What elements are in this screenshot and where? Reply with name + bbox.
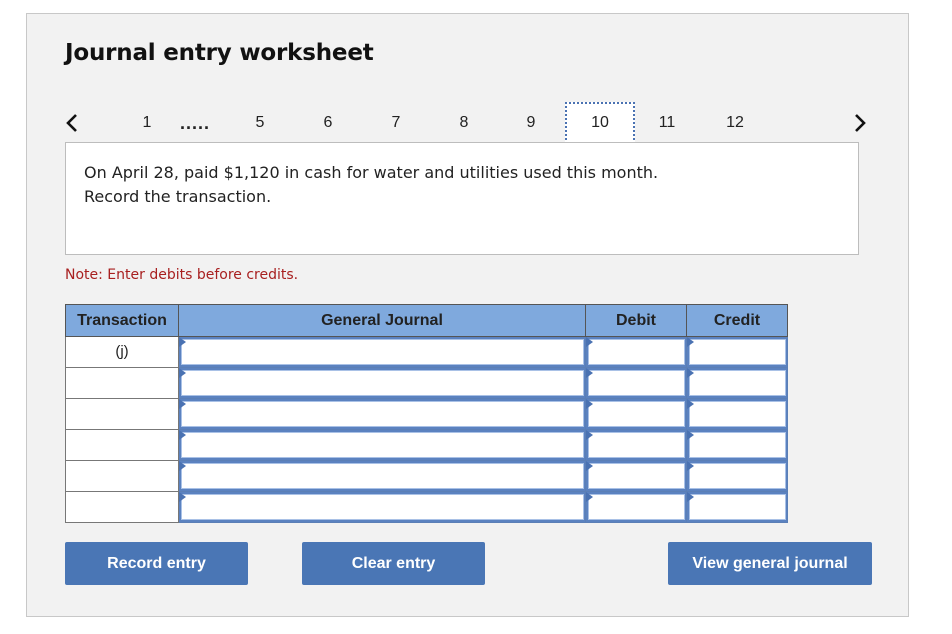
page-12[interactable]: 12 [721, 102, 749, 144]
question-instruction: Record the transaction. [84, 187, 272, 206]
pagination: 1 ..... 5 6 7 8 9 10 11 12 [27, 102, 908, 144]
note-text: Note: Enter debits before credits. [65, 267, 299, 283]
page-10-active[interactable]: 10 [565, 102, 635, 144]
page-5[interactable]: 5 [248, 102, 272, 144]
account-input[interactable] [181, 339, 584, 365]
page-6[interactable]: 6 [316, 102, 340, 144]
account-cell [178, 367, 586, 399]
page-title: Journal entry worksheet [65, 40, 374, 66]
debit-input[interactable] [588, 494, 685, 520]
table-row [65, 398, 788, 430]
account-cell [178, 398, 586, 430]
table-row [65, 491, 788, 523]
debit-cell [585, 460, 687, 492]
dropdown-marker-icon [586, 492, 593, 502]
account-input[interactable] [181, 463, 584, 489]
dropdown-marker-icon [687, 430, 694, 440]
debit-cell [585, 429, 687, 461]
journal-table: Transaction General Journal Debit Credit… [65, 304, 788, 523]
credit-input[interactable] [689, 494, 786, 520]
chevron-left-icon[interactable] [61, 111, 85, 135]
debit-cell [585, 398, 687, 430]
credit-input[interactable] [689, 401, 786, 427]
credit-cell [686, 367, 788, 399]
account-input[interactable] [181, 370, 584, 396]
transaction-cell [65, 491, 179, 523]
dropdown-marker-icon [586, 461, 593, 471]
account-cell [178, 336, 586, 368]
debit-input[interactable] [588, 463, 685, 489]
dropdown-marker-icon [586, 368, 593, 378]
debit-cell [585, 491, 687, 523]
credit-cell [686, 398, 788, 430]
dropdown-marker-icon [179, 368, 186, 378]
credit-cell [686, 460, 788, 492]
table-header-row: Transaction General Journal Debit Credit [65, 304, 788, 337]
account-cell [178, 429, 586, 461]
view-general-journal-button[interactable]: View general journal [668, 542, 872, 585]
credit-cell [686, 491, 788, 523]
record-entry-button[interactable]: Record entry [65, 542, 248, 585]
transaction-cell [65, 398, 179, 430]
debit-input[interactable] [588, 370, 685, 396]
dropdown-marker-icon [179, 399, 186, 409]
dropdown-marker-icon [687, 461, 694, 471]
worksheet-panel: Journal entry worksheet 1 ..... 5 6 7 8 … [26, 13, 909, 617]
dropdown-marker-icon [586, 337, 593, 347]
account-input[interactable] [181, 432, 584, 458]
page-8[interactable]: 8 [452, 102, 476, 144]
table-row [65, 367, 788, 399]
dropdown-marker-icon [586, 430, 593, 440]
account-cell [178, 491, 586, 523]
credit-input[interactable] [689, 463, 786, 489]
account-cell [178, 460, 586, 492]
credit-input[interactable] [689, 370, 786, 396]
dropdown-marker-icon [687, 399, 694, 409]
debit-input[interactable] [588, 339, 685, 365]
table-row: (j) [65, 336, 788, 368]
page-9[interactable]: 9 [519, 102, 543, 144]
page-7[interactable]: 7 [384, 102, 408, 144]
dropdown-marker-icon [179, 430, 186, 440]
credit-cell [686, 429, 788, 461]
clear-entry-button[interactable]: Clear entry [302, 542, 485, 585]
page-11[interactable]: 11 [653, 102, 681, 144]
page-1[interactable]: 1 [135, 102, 159, 144]
header-debit: Debit [585, 304, 687, 337]
account-input[interactable] [181, 401, 584, 427]
header-general-journal: General Journal [178, 304, 586, 337]
dropdown-marker-icon [179, 337, 186, 347]
page-ellipsis: ..... [180, 113, 211, 133]
dropdown-marker-icon [687, 337, 694, 347]
header-transaction: Transaction [65, 304, 179, 337]
credit-cell [686, 336, 788, 368]
transaction-cell [65, 367, 179, 399]
transaction-cell [65, 460, 179, 492]
question-text: On April 28, paid $1,120 in cash for wat… [84, 163, 659, 182]
dropdown-marker-icon [586, 399, 593, 409]
credit-input[interactable] [689, 339, 786, 365]
debit-cell [585, 336, 687, 368]
table-row [65, 429, 788, 461]
table-row [65, 460, 788, 492]
dropdown-marker-icon [179, 461, 186, 471]
transaction-cell: (j) [65, 336, 179, 368]
transaction-cell [65, 429, 179, 461]
header-credit: Credit [686, 304, 788, 337]
debit-input[interactable] [588, 401, 685, 427]
account-input[interactable] [181, 494, 584, 520]
chevron-right-icon[interactable] [847, 111, 871, 135]
debit-cell [585, 367, 687, 399]
credit-input[interactable] [689, 432, 786, 458]
dropdown-marker-icon [687, 368, 694, 378]
dropdown-marker-icon [179, 492, 186, 502]
dropdown-marker-icon [687, 492, 694, 502]
debit-input[interactable] [588, 432, 685, 458]
question-box: On April 28, paid $1,120 in cash for wat… [65, 142, 859, 255]
